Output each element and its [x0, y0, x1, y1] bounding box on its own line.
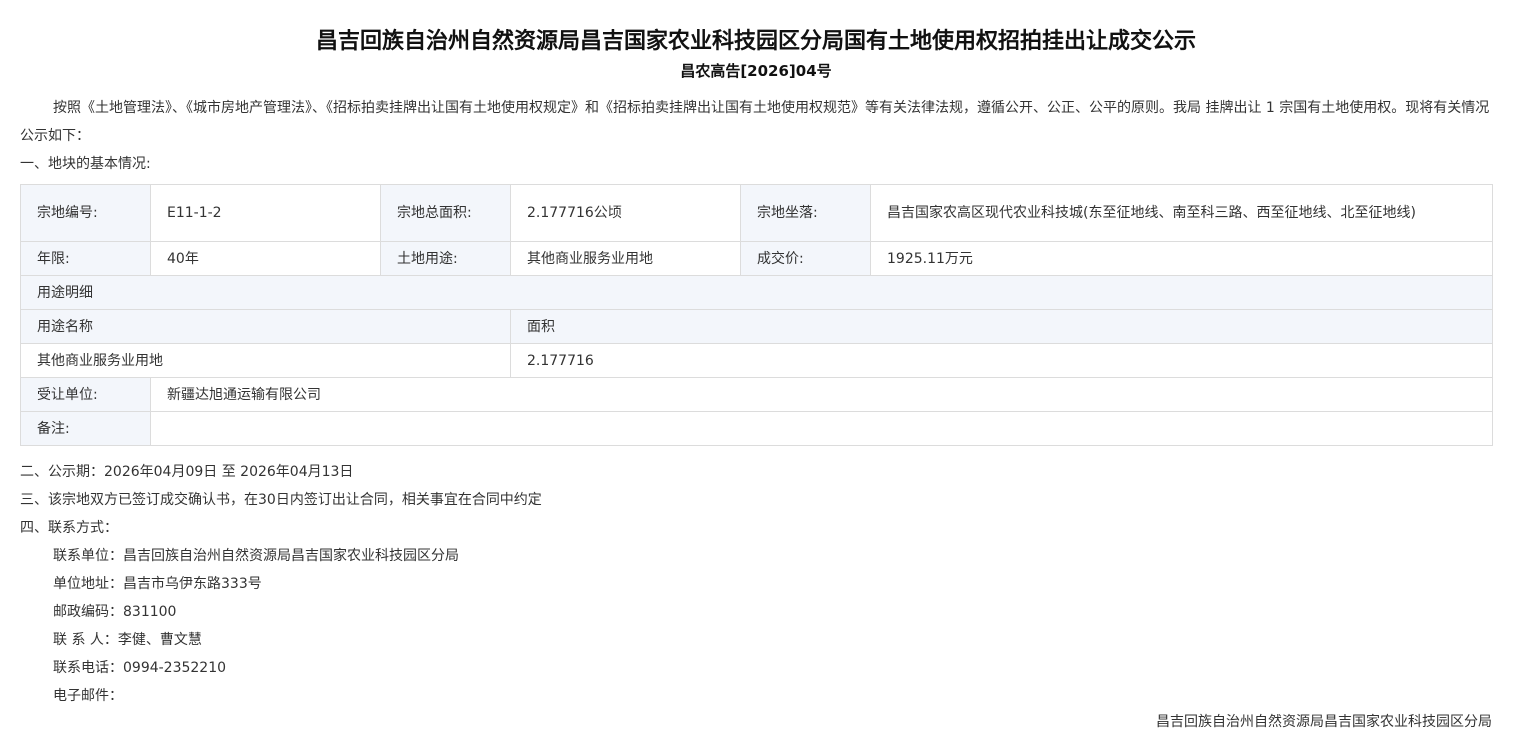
location-value: 昌吉国家农高区现代农业科技城(东至征地线、南至科三路、西至征地线、北至征地线)	[870, 184, 1493, 242]
parcel-no-label: 宗地编号:	[20, 184, 151, 242]
price-label: 成交价:	[740, 241, 871, 276]
announcement-period: 二、公示期：2026年04月09日 至 2026年04月13日	[20, 464, 354, 480]
page-title: 昌吉回族自治州自然资源局昌吉国家农业科技园区分局国有土地使用权招拍挂出让成交公示	[315, 29, 1196, 54]
assignee-value: 新疆达旭通运输有限公司	[150, 377, 1493, 412]
term-value: 40年	[150, 241, 381, 276]
contact-heading: 四、联系方式：	[20, 520, 118, 536]
remark-label: 备注:	[20, 411, 151, 446]
contract-note: 三、该宗地双方已签订成交确认书，在30日内签订出让合同，相关事宜在合同中约定	[20, 492, 542, 508]
usage-detail-label: 用途明细	[20, 275, 1493, 310]
table-row: 其他商业服务业用地 2.177716	[20, 343, 1493, 378]
assignee-label: 受让单位:	[20, 377, 151, 412]
contact-address: 单位地址：昌吉市乌伊东路333号	[53, 576, 262, 592]
document-number: 昌农高告[2026]04号	[680, 62, 832, 80]
table-row: 用途名称 面积	[20, 309, 1493, 344]
total-area-label: 宗地总面积:	[380, 184, 511, 242]
contact-postcode: 邮政编码：831100	[53, 604, 177, 620]
contact-email: 电子邮件：	[53, 688, 123, 704]
contact-person: 联 系 人：李健、曹文慧	[53, 632, 202, 648]
parcel-info-table: 宗地编号: E11-1-2 宗地总面积: 2.177716公顷 宗地坐落: 昌吉…	[20, 184, 1493, 446]
announcement: 昌吉回族自治州自然资源局昌吉国家农业科技园区分局国有土地使用权招拍挂出让成交公示…	[20, 0, 1493, 710]
term-label: 年限:	[20, 241, 151, 276]
parcel-no-value: E11-1-2	[150, 184, 381, 242]
contact-unit: 联系单位：昌吉回族自治州自然资源局昌吉国家农业科技园区分局	[53, 548, 459, 564]
land-use-label: 土地用途:	[380, 241, 511, 276]
usage-area-cell: 2.177716	[510, 343, 1493, 378]
price-value: 1925.11万元	[870, 241, 1493, 276]
table-row: 用途明细	[20, 275, 1493, 310]
usage-name-header: 用途名称	[20, 309, 511, 344]
table-row: 备注:	[20, 411, 1493, 446]
table-row: 受让单位: 新疆达旭通运输有限公司	[20, 377, 1493, 412]
area-header: 面积	[510, 309, 1493, 344]
table-row: 宗地编号: E11-1-2 宗地总面积: 2.177716公顷 宗地坐落: 昌吉…	[20, 184, 1493, 242]
land-use-value: 其他商业服务业用地	[510, 241, 741, 276]
table-row: 年限: 40年 土地用途: 其他商业服务业用地 成交价: 1925.11万元	[20, 241, 1493, 276]
usage-name-cell: 其他商业服务业用地	[20, 343, 511, 378]
total-area-value: 2.177716公顷	[510, 184, 741, 242]
remark-value	[150, 411, 1493, 446]
location-label: 宗地坐落:	[740, 184, 871, 242]
issuing-organization: 昌吉回族自治州自然资源局昌吉国家农业科技园区分局	[1156, 714, 1492, 730]
intro-paragraph: 按照《土地管理法》、《城市房地产管理法》、《招标拍卖挂牌出让国有土地使用权规定》…	[20, 100, 1490, 144]
section-basic-info-heading: 一、地块的基本情况:	[20, 156, 151, 172]
contact-phone: 联系电话：0994-2352210	[53, 660, 227, 676]
